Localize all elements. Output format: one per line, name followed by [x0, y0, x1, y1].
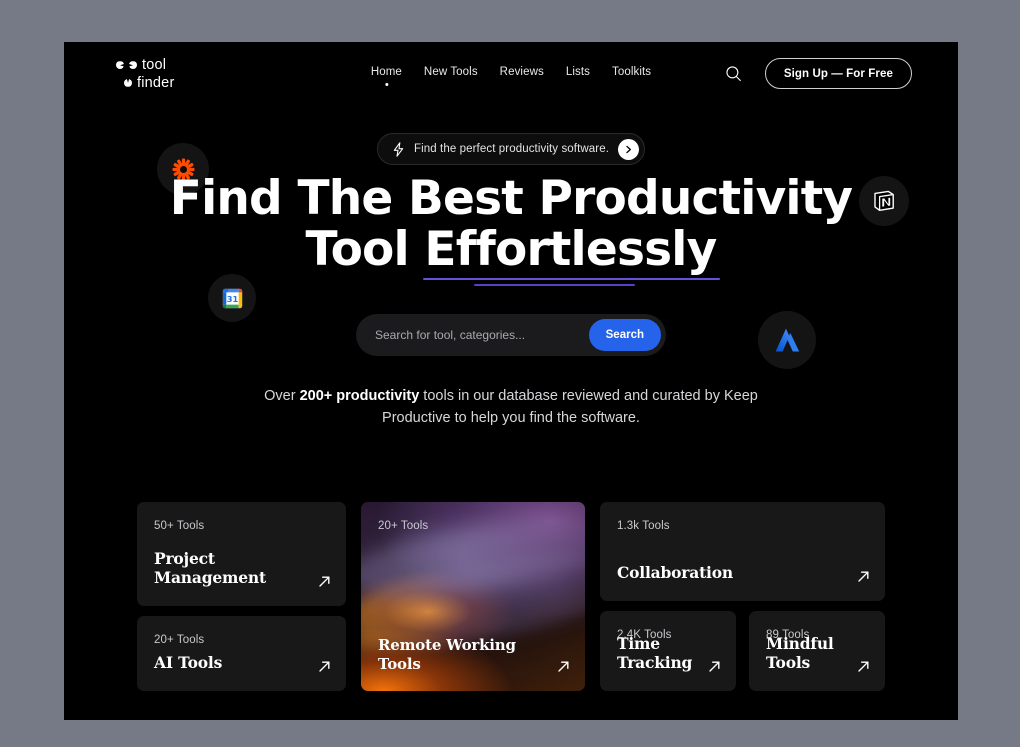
logo-dot-right-icon	[129, 61, 137, 70]
header-actions: Sign Up — For Free	[721, 58, 912, 89]
card-title-line-2: Management	[154, 568, 266, 588]
search-button[interactable]: Search	[588, 319, 661, 351]
brand-name-tool: tool	[142, 57, 167, 73]
card-ai-tools[interactable]: 20+ Tools AI Tools	[137, 616, 346, 691]
page-title: Find The Best Productivity Tool Effortle…	[64, 171, 958, 287]
nav-active-indicator-dot	[384, 83, 388, 86]
signup-button[interactable]: Sign Up — For Free	[764, 58, 912, 89]
hero-badge-arrow-button[interactable]	[618, 138, 640, 160]
atlassian-logo	[758, 311, 816, 369]
arrow-up-right-icon[interactable]	[317, 659, 332, 674]
page-title-line-1: Find The Best Productivity	[169, 171, 853, 226]
google-calendar-logo: 31	[208, 274, 256, 322]
card-tool-count: 50+ Tools	[154, 520, 205, 532]
card-title-line-2: Tools	[766, 653, 811, 673]
nav-item-lists[interactable]: Lists	[565, 64, 591, 86]
card-title-line-1: Time	[617, 634, 660, 654]
lightning-bolt-icon	[393, 141, 404, 157]
hero-subtitle: Over 200+ productivity tools in our data…	[251, 385, 771, 430]
card-tool-count: 1.3k Tools	[617, 520, 670, 532]
svg-text:31: 31	[226, 293, 238, 303]
card-title: Collaboration	[617, 563, 733, 583]
google-calendar-icon: 31	[222, 288, 242, 308]
hero-subtitle-suffix: tools in our database reviewed and curat…	[382, 388, 758, 427]
card-collaboration[interactable]: 1.3k Tools Collaboration	[600, 502, 885, 601]
logo-dot-left-icon	[116, 61, 124, 70]
arrow-up-right-icon[interactable]	[707, 659, 722, 674]
nav-item-new-tools[interactable]: New Tools	[423, 64, 479, 86]
card-tool-count: 20+ Tools	[378, 520, 429, 532]
brand-logo[interactable]: tool finder	[116, 58, 174, 90]
nav-item-toolkits[interactable]: Toolkits	[611, 64, 652, 86]
card-title: Mindful Tools	[766, 634, 834, 673]
card-title-line-2: Tracking	[617, 653, 693, 673]
card-title-line-1: Remote Working	[378, 636, 516, 655]
hero-subtitle-prefix: Over	[264, 388, 300, 404]
category-cards: 50+ Tools Project Management 20+ Tools A…	[137, 459, 885, 691]
card-tool-count: 20+ Tools	[154, 634, 205, 646]
brand-name-finder: finder	[137, 74, 175, 91]
card-title: Remote Working Tools	[378, 636, 516, 673]
search-input[interactable]	[375, 328, 589, 342]
search-icon[interactable]	[721, 61, 747, 87]
card-title: Project Management	[154, 549, 266, 588]
brand-logo-row-top: tool	[116, 58, 174, 73]
card-remote-working-tools[interactable]: 20+ Tools Remote Working Tools	[361, 502, 585, 691]
nav-item-toolkits-label: Toolkits	[611, 66, 652, 78]
card-time-tracking[interactable]: 2.4K Tools Time Tracking	[600, 611, 736, 691]
brand-logo-row-bottom: finder	[116, 74, 175, 91]
nav-item-reviews-label: Reviews	[499, 66, 544, 78]
nav-item-reviews[interactable]: Reviews	[499, 64, 545, 86]
arrow-up-right-icon[interactable]	[856, 569, 871, 584]
nav-item-home[interactable]: Home	[370, 64, 403, 86]
card-title-line-1: Mindful	[766, 634, 834, 654]
hero-badge-text: Find the perfect productivity software.	[413, 143, 610, 155]
hero-search-bar: Search	[356, 314, 666, 356]
nav-item-new-tools-label: New Tools	[423, 66, 478, 78]
site-header: tool finder Home New Tools Reviews Lists	[64, 42, 958, 104]
hero-badge-pill[interactable]: Find the perfect productivity software.	[376, 133, 646, 165]
card-title-line-2: Tools	[378, 654, 421, 673]
arrow-up-right-icon[interactable]	[317, 574, 332, 589]
page-title-highlight: Effortlessly	[423, 222, 721, 287]
nav-item-lists-label: Lists	[565, 66, 590, 78]
arrow-up-right-icon[interactable]	[856, 659, 871, 674]
nav-item-home-label: Home	[370, 66, 402, 78]
card-title: Time Tracking	[617, 634, 693, 673]
card-title: AI Tools	[154, 653, 223, 673]
logo-dot-down-icon	[124, 78, 132, 87]
hero-subtitle-bold: 200+ productivity	[299, 388, 420, 404]
card-mindful-tools[interactable]: 89 Tools Mindful Tools	[749, 611, 885, 691]
title-underline-secondary	[474, 283, 635, 287]
main-navigation: Home New Tools Reviews Lists Toolkits	[370, 64, 652, 86]
atlassian-a-icon	[775, 328, 800, 352]
card-title-line-1: Project	[154, 549, 215, 569]
card-project-management[interactable]: 50+ Tools Project Management	[137, 502, 346, 606]
title-underline-primary	[423, 277, 721, 281]
browser-frame: tool finder Home New Tools Reviews Lists	[64, 42, 958, 720]
chevron-right-icon	[626, 145, 631, 153]
page-title-line-2: Tool Effortlessly	[64, 222, 958, 287]
page-title-line-2-prefix: Tool	[305, 222, 425, 278]
page-title-highlight-text: Effortlessly	[424, 222, 717, 278]
arrow-up-right-icon[interactable]	[556, 659, 571, 674]
